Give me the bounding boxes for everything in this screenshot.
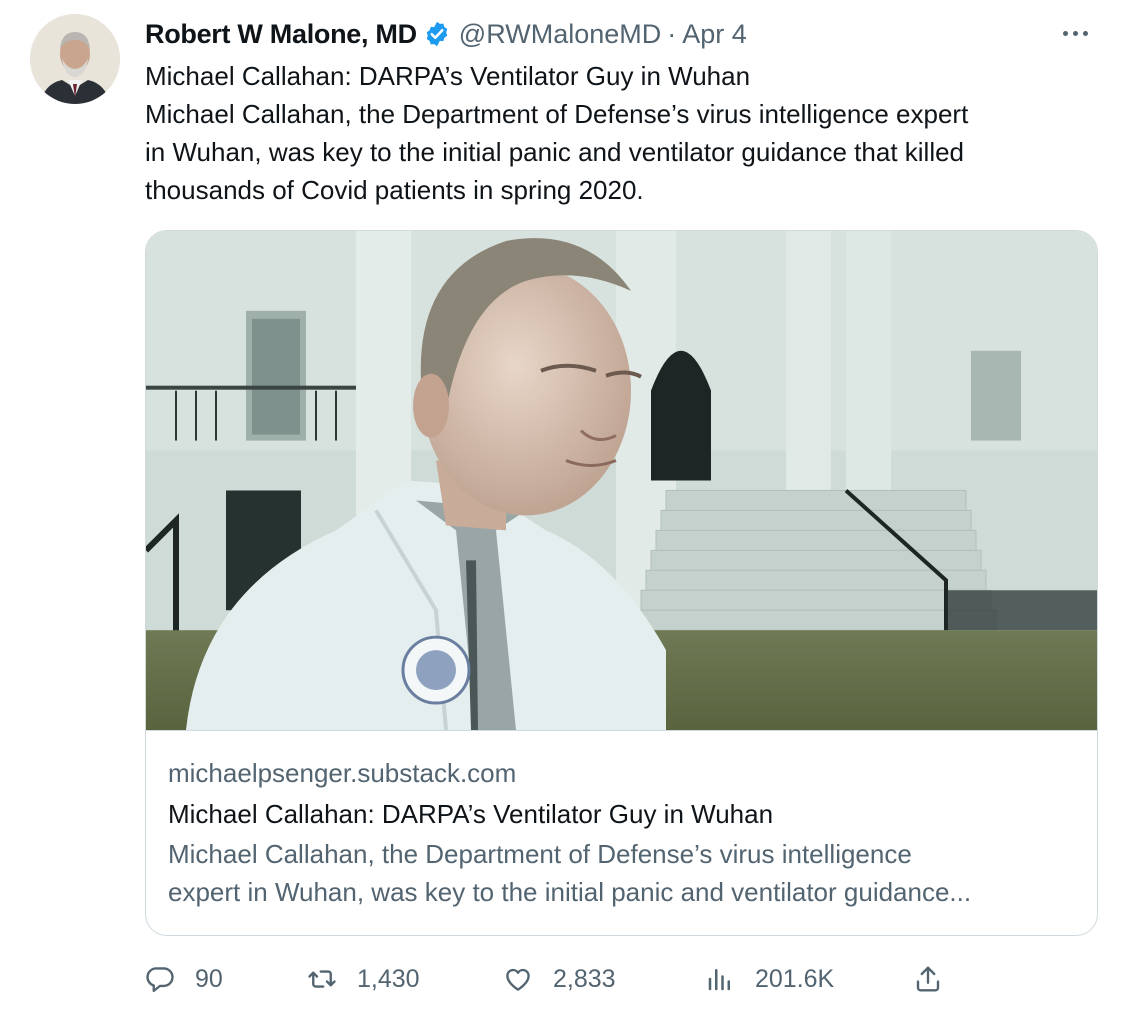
tweet[interactable]: Robert W Malone, MD @RWMaloneMD · Apr 4 …	[0, 0, 1125, 1010]
card-description: Michael Callahan, the Department of Defe…	[168, 835, 1078, 911]
author-name[interactable]: Robert W Malone, MD	[145, 19, 417, 50]
views-icon	[705, 964, 735, 994]
retweet-icon	[307, 964, 337, 994]
card-title: Michael Callahan: DARPA’s Ventilator Guy…	[168, 799, 774, 829]
views-button[interactable]: 201.6K	[705, 958, 834, 1000]
reply-count: 90	[195, 964, 223, 993]
retweet-count: 1,430	[357, 964, 420, 993]
card-description-line: Michael Callahan, the Department of Defe…	[168, 839, 912, 869]
like-button[interactable]: 2,833	[503, 958, 616, 1000]
heart-icon	[503, 964, 533, 994]
author-handle[interactable]: @RWMaloneMD	[459, 19, 661, 50]
views-count: 201.6K	[755, 964, 835, 993]
card-description-line: expert in Wuhan, was key to the initial …	[168, 877, 972, 907]
tweet-actions: 90 1,430 2,833 201.6K	[145, 958, 965, 1000]
avatar-image	[30, 14, 120, 104]
tweet-header: Robert W Malone, MD @RWMaloneMD · Apr 4	[145, 16, 747, 52]
tweet-text: Michael Callahan: DARPA’s Ventilator Guy…	[145, 57, 1095, 209]
verified-badge-icon	[423, 20, 451, 48]
reply-icon	[145, 964, 175, 994]
share-button[interactable]	[913, 958, 943, 1000]
tweet-text-line: thousands of Covid patients in spring 20…	[145, 175, 644, 205]
separator-dot: ·	[667, 18, 677, 49]
retweet-button[interactable]: 1,430	[307, 958, 420, 1000]
tweet-text-line: Michael Callahan: DARPA’s Ventilator Guy…	[145, 61, 751, 91]
card-domain: michaelpsenger.substack.com	[168, 758, 517, 788]
reply-button[interactable]: 90	[145, 958, 223, 1000]
more-icon[interactable]	[1055, 18, 1095, 48]
tweet-date[interactable]: Apr 4	[682, 19, 747, 50]
tweet-text-line: in Wuhan, was key to the initial panic a…	[145, 137, 965, 167]
card-image[interactable]	[146, 231, 1097, 731]
tweet-text-line: Michael Callahan, the Department of Defe…	[145, 99, 969, 129]
card-info: michaelpsenger.substack.com Michael Call…	[168, 753, 1078, 911]
link-preview-card[interactable]: michaelpsenger.substack.com Michael Call…	[145, 230, 1098, 936]
share-icon	[913, 964, 943, 994]
avatar[interactable]	[30, 14, 120, 104]
like-count: 2,833	[553, 964, 616, 993]
